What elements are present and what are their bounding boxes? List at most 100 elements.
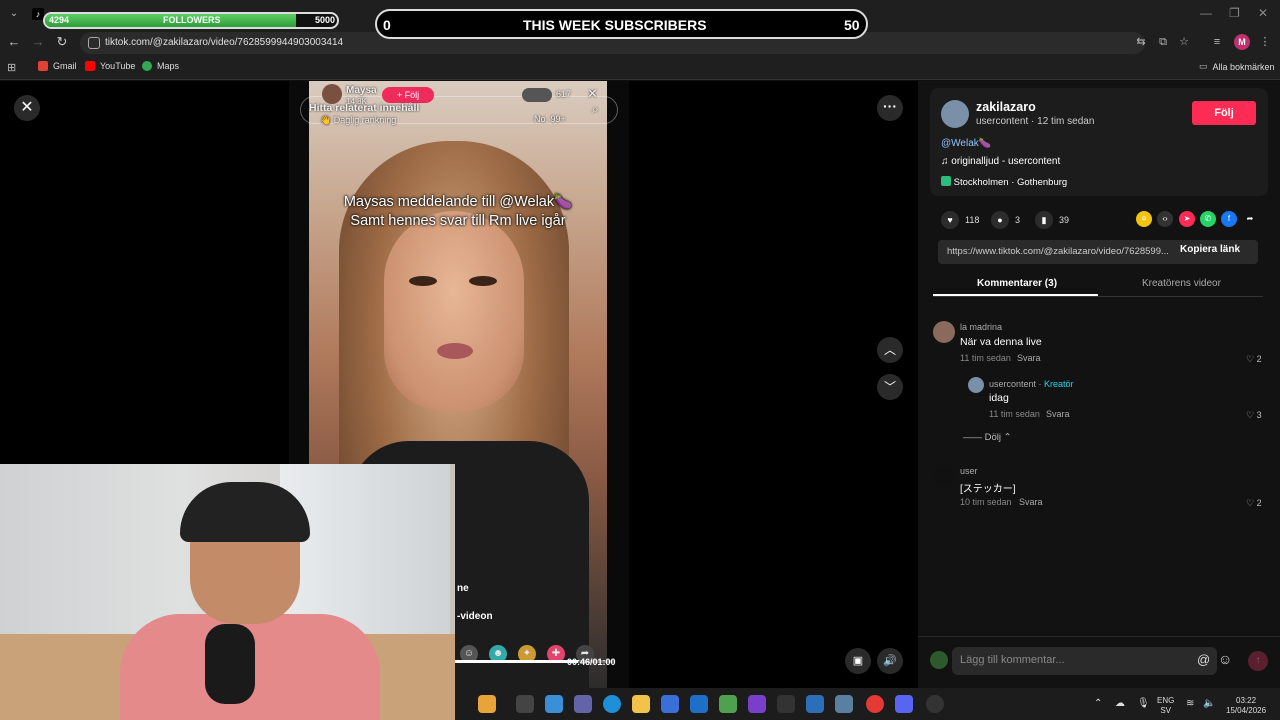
webcam-microphone xyxy=(205,624,255,704)
office-icon[interactable] xyxy=(748,695,766,713)
reply-username[interactable]: usercontent · Kreatör xyxy=(989,379,1074,389)
tab-comments[interactable]: Kommentarer (3) xyxy=(977,278,1057,289)
all-bookmarks[interactable]: ▭ Alla bokmärken xyxy=(1199,61,1275,72)
volume-icon[interactable]: 🔊 xyxy=(877,648,903,674)
install-app-icon[interactable]: ⧉ xyxy=(1156,35,1170,49)
hide-replies-button[interactable]: —— Dölj ⌃ xyxy=(963,432,1012,443)
embed-icon[interactable]: ‹› xyxy=(1157,211,1173,227)
weather-widget-icon[interactable] xyxy=(478,695,496,713)
mail-icon[interactable] xyxy=(690,695,708,713)
reply-button[interactable]: Svara xyxy=(1019,497,1043,507)
coin-share-icon[interactable]: ¤ xyxy=(1136,211,1152,227)
facebook-icon[interactable]: f xyxy=(1221,211,1237,227)
apps-grid-icon[interactable]: ⊞ xyxy=(7,61,16,74)
remote-icon[interactable] xyxy=(806,695,824,713)
previous-video-button[interactable]: ︿ xyxy=(877,337,903,363)
viewer-count: 617 xyxy=(556,89,572,99)
comment-username[interactable]: la madrina xyxy=(960,322,1002,332)
app-icon[interactable] xyxy=(777,695,795,713)
microphone-tray-icon[interactable]: 🎙 xyxy=(1137,699,1150,709)
reply-avatar[interactable] xyxy=(968,377,984,393)
edge-icon[interactable] xyxy=(603,695,621,713)
clock[interactable]: 03:22 15/04/2026 xyxy=(1226,696,1266,716)
store-icon[interactable] xyxy=(661,695,679,713)
reply-button[interactable]: Svara xyxy=(1017,353,1041,363)
video-follow-button[interactable]: + Följ xyxy=(382,87,434,103)
video-side-text-1: ne xyxy=(457,583,469,594)
video-search-icon[interactable]: ⌕ xyxy=(592,102,599,117)
whatsapp-icon[interactable]: ✆ xyxy=(1200,211,1216,227)
comment-time: 11 tim sedan xyxy=(960,353,1011,363)
webcam-overlay xyxy=(0,464,455,720)
send-comment-button[interactable]: ↑ xyxy=(1248,651,1268,671)
reply-like-button[interactable]: ♡ 3 xyxy=(1246,410,1262,421)
bookmark-maps[interactable]: Maps xyxy=(142,61,179,71)
send-share-icon[interactable]: ➤ xyxy=(1179,211,1195,227)
more-share-icon[interactable]: ➦ xyxy=(1242,211,1258,227)
task-view-icon[interactable] xyxy=(516,695,534,713)
related-search-text[interactable]: Hitta relaterat innehåll xyxy=(309,102,419,114)
comment-username[interactable]: user xyxy=(960,466,978,476)
wifi-icon[interactable]: ≋ xyxy=(1186,699,1194,709)
comment-avatar[interactable] xyxy=(933,321,955,343)
forward-icon[interactable]: → xyxy=(30,34,46,50)
minimize-icon[interactable]: — xyxy=(1200,6,1212,20)
webcam-window xyxy=(280,464,450,634)
creator-avatar[interactable] xyxy=(322,84,342,104)
emoji-icon[interactable]: ☺ xyxy=(1218,651,1232,667)
vpn-icon[interactable] xyxy=(719,695,737,713)
sound-row[interactable]: ♫ originalljud - usercontent xyxy=(941,156,1060,167)
language-indicator[interactable]: ENG SV xyxy=(1157,696,1174,716)
video-side-text-2: -videon xyxy=(457,611,493,622)
bookmark-star-icon[interactable]: ☆ xyxy=(1177,35,1191,49)
location-row[interactable]: Stockholmen · Gothenburg xyxy=(941,176,1067,188)
close-window-icon[interactable]: ✕ xyxy=(1258,6,1268,20)
chrome-icon[interactable] xyxy=(866,695,884,713)
save-stat[interactable]: ▮ 39 xyxy=(1035,211,1069,229)
comment-stat[interactable]: ● 3 xyxy=(991,211,1020,229)
comment-avatar[interactable] xyxy=(933,465,955,487)
terminal-icon[interactable] xyxy=(835,695,853,713)
reload-icon[interactable]: ↻ xyxy=(54,34,70,50)
more-options-button[interactable]: ··· xyxy=(877,95,903,121)
teams-icon[interactable] xyxy=(574,695,592,713)
bookmark-gmail[interactable]: Gmail xyxy=(38,61,77,71)
translate-icon[interactable]: ⇆ xyxy=(1134,35,1148,49)
speaker-tray-icon[interactable]: 🔈 xyxy=(1203,699,1215,709)
author-username[interactable]: zakilazaro xyxy=(976,100,1036,114)
video-face-shape xyxy=(384,211,524,411)
copilot-icon[interactable] xyxy=(545,695,563,713)
next-video-button[interactable]: ﹀ xyxy=(877,374,903,400)
tab-creator-videos[interactable]: Kreatörens videor xyxy=(1142,278,1221,289)
reply-reply-button[interactable]: Svara xyxy=(1046,409,1070,419)
copy-link-button[interactable]: Kopiera länk xyxy=(1180,244,1240,255)
my-avatar[interactable] xyxy=(930,651,948,669)
browser-menu-icon[interactable]: ⋮ xyxy=(1258,35,1272,49)
reading-list-icon[interactable]: ≡ xyxy=(1210,35,1224,49)
mention-link[interactable]: @Welak🍆 xyxy=(941,138,991,149)
video-close-icon[interactable]: ✕ xyxy=(587,86,598,102)
close-video-button[interactable]: ✕ xyxy=(14,95,40,121)
onedrive-icon[interactable]: ☁ xyxy=(1115,699,1125,709)
hand-icon: 👋 xyxy=(320,115,334,125)
comment-like-button[interactable]: ♡ 2 xyxy=(1246,354,1262,365)
daily-ranking-badge[interactable]: 👋 Daglig rankning xyxy=(320,115,396,126)
comment-like-button[interactable]: ♡ 2 xyxy=(1246,498,1262,509)
tray-chevron-icon[interactable]: ⌃ xyxy=(1094,699,1102,709)
settings-icon[interactable] xyxy=(926,695,944,713)
site-info-icon[interactable] xyxy=(88,37,100,49)
gmail-icon xyxy=(38,61,48,71)
mention-icon[interactable]: @ xyxy=(1197,652,1210,667)
like-stat[interactable]: ♥ 118 xyxy=(941,211,979,229)
file-explorer-icon[interactable] xyxy=(632,695,650,713)
bookmark-youtube[interactable]: YouTube xyxy=(85,61,135,71)
author-avatar[interactable] xyxy=(941,100,969,128)
follow-button[interactable]: Följ xyxy=(1192,101,1256,125)
tab-search-icon[interactable]: ⌄ xyxy=(6,6,22,22)
video-progress-fill xyxy=(455,660,578,663)
maximize-icon[interactable]: ❐ xyxy=(1229,6,1240,20)
back-icon[interactable]: ← xyxy=(6,34,22,50)
discord-icon[interactable] xyxy=(895,695,913,713)
pip-icon[interactable]: ▣ xyxy=(845,648,871,674)
profile-avatar[interactable]: M xyxy=(1234,34,1250,50)
